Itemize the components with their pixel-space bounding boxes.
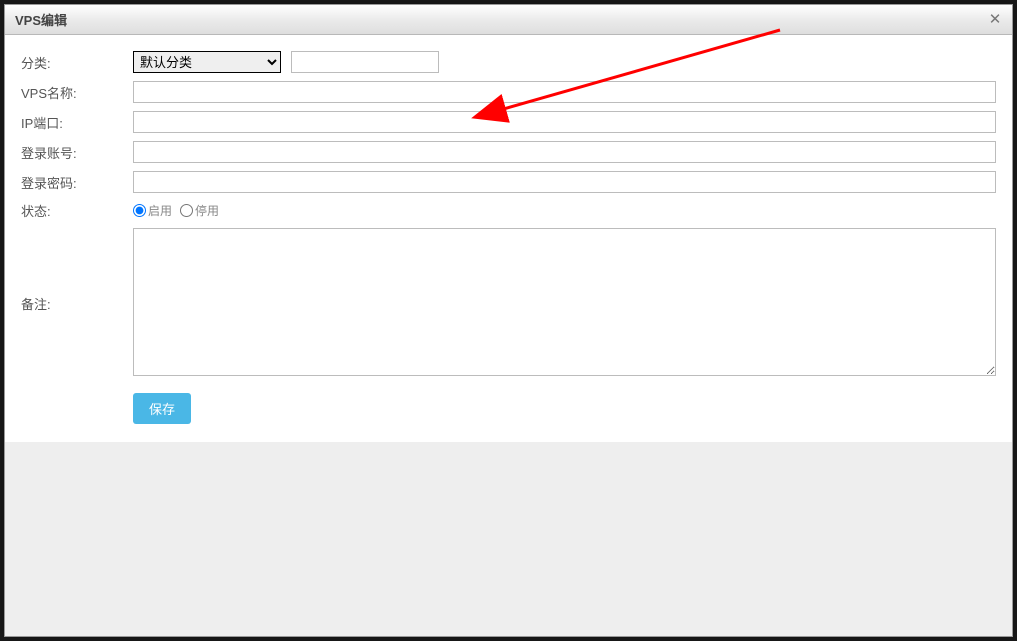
- dialog-body: 分类: 默认分类 VPS名称: IP端口: 登录账号:: [5, 35, 1012, 442]
- vps-edit-dialog: VPS编辑 ✕ 分类: 默认分类 VPS名称: IP端口:: [4, 4, 1013, 637]
- label-login-password: 登录密码:: [19, 167, 131, 197]
- login-account-input[interactable]: [133, 141, 996, 163]
- dialog-empty-area: [5, 442, 1012, 636]
- category-select[interactable]: 默认分类: [133, 51, 281, 73]
- label-vps-name: VPS名称:: [19, 77, 131, 107]
- status-disable-label[interactable]: 停用: [180, 202, 219, 219]
- status-disable-radio[interactable]: [180, 204, 193, 217]
- label-category: 分类:: [19, 47, 131, 77]
- dialog-header: VPS编辑 ✕: [5, 5, 1012, 35]
- label-status: 状态:: [19, 197, 131, 224]
- status-enable-radio[interactable]: [133, 204, 146, 217]
- label-login-account: 登录账号:: [19, 137, 131, 167]
- ip-port-input[interactable]: [133, 111, 996, 133]
- category-extra-input[interactable]: [291, 51, 439, 73]
- login-password-input[interactable]: [133, 171, 996, 193]
- close-icon[interactable]: ✕: [986, 11, 1004, 29]
- label-remark: 备注:: [19, 224, 131, 383]
- vps-form: 分类: 默认分类 VPS名称: IP端口: 登录账号:: [19, 47, 998, 428]
- status-radio-group: 启用 停用: [133, 202, 996, 219]
- label-ip-port: IP端口:: [19, 107, 131, 137]
- remark-textarea[interactable]: [133, 228, 996, 376]
- status-enable-text: 启用: [148, 202, 172, 219]
- dialog-title: VPS编辑: [15, 10, 67, 29]
- save-button[interactable]: 保存: [133, 393, 191, 424]
- status-disable-text: 停用: [195, 202, 219, 219]
- vps-name-input[interactable]: [133, 81, 996, 103]
- status-enable-label[interactable]: 启用: [133, 202, 172, 219]
